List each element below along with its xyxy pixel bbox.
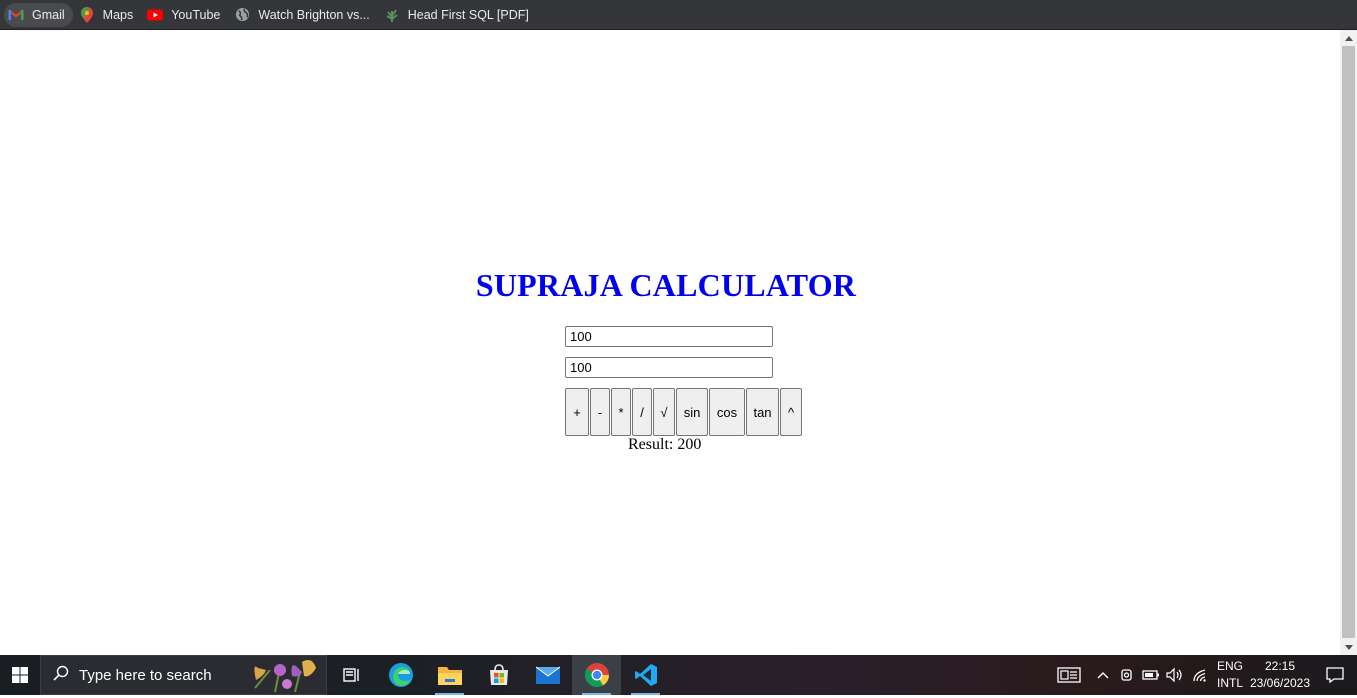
cos-button[interactable]: cos [709,388,745,436]
scroll-up-arrow-icon[interactable] [1340,30,1357,46]
search-placeholder: Type here to search [79,666,212,684]
vertical-scrollbar[interactable] [1340,30,1357,655]
chrome-icon [584,663,609,688]
bookmark-maps[interactable]: Maps [75,3,142,27]
bookmark-watch-brighton[interactable]: Watch Brighton vs... [230,3,377,27]
clock-time: 22:15 [1264,659,1296,673]
speaker-volume-icon[interactable] [1163,655,1187,695]
maps-icon [79,6,95,23]
bookmark-head-first-sql[interactable]: Head First SQL [PDF] [380,3,537,27]
butterfly-flowers-icon [250,658,320,698]
bookmark-label: Head First SQL [PDF] [407,7,529,22]
show-hidden-icons-chevron-icon[interactable] [1091,655,1115,695]
battery-icon[interactable] [1139,655,1163,695]
task-view-button[interactable] [327,655,376,695]
bookmark-gmail[interactable]: Gmail [4,2,73,27]
file-explorer-taskbar-button[interactable] [425,655,474,695]
tan-button[interactable]: tan [746,388,779,436]
taskbar-search-box[interactable]: Type here to search [40,655,327,695]
mail-icon [535,666,560,684]
divide-button[interactable]: / [632,388,652,436]
language-indicator[interactable]: ENG INTL [1213,655,1247,695]
bookmark-label: YouTube [171,7,221,22]
task-view-icon [342,668,359,682]
power-button[interactable]: ^ [780,388,802,436]
plant-icon [384,7,400,23]
operator-buttons: + - * / √ sin cos tan ^ [565,388,803,436]
bookmarks-bar: Gmail Maps YouTube Watch Brighton vs... … [0,0,1357,30]
search-icon [53,665,69,685]
taskbar-clock[interactable]: 22:15 23/06/2023 [1247,655,1313,695]
windows-start-button[interactable] [0,655,40,695]
meet-now-icon[interactable] [1115,655,1139,695]
system-tray: ENG INTL 22:15 23/06/2023 [1047,655,1357,695]
clock-date: 23/06/2023 [1249,676,1311,690]
scrollbar-thumb[interactable] [1342,46,1355,638]
language-bottom: INTL [1216,676,1243,690]
windows-taskbar: Type here to search ENG INTL 22:15 23/06… [0,655,1357,695]
vscode-taskbar-button[interactable] [621,655,670,695]
microsoft-store-taskbar-button[interactable] [474,655,523,695]
youtube-icon [147,7,164,23]
vscode-icon [634,664,657,686]
page-title: SUPRAJA CALCULATOR [475,267,857,303]
first-number-input[interactable] [565,326,773,347]
sin-button[interactable]: sin [676,388,708,436]
notifications-button[interactable] [1313,655,1357,695]
notification-icon [1326,667,1344,683]
page-content: SUPRAJA CALCULATOR + - * / √ sin cos tan… [0,30,1340,655]
folder-icon [437,667,462,685]
wifi-icon[interactable] [1187,655,1213,695]
store-icon [489,664,508,685]
language-top: ENG [1216,659,1243,673]
result-text: Result: 200 [628,436,702,453]
edge-taskbar-button[interactable] [376,655,425,695]
globe-icon [234,7,250,23]
multiply-button[interactable]: * [611,388,631,436]
subtract-button[interactable]: - [590,388,610,436]
bookmark-youtube[interactable]: YouTube [143,3,228,27]
chrome-taskbar-button[interactable] [572,655,621,695]
news-widget-icon[interactable] [1047,655,1091,695]
mail-taskbar-button[interactable] [523,655,572,695]
bookmark-label: Watch Brighton vs... [258,7,370,22]
gmail-icon [8,7,24,23]
bookmark-label: Maps [102,7,134,22]
edge-icon [388,663,413,687]
second-number-input[interactable] [565,357,773,378]
windows-logo-icon [12,667,28,683]
bookmark-label: Gmail [32,7,65,22]
scroll-down-arrow-icon[interactable] [1340,639,1357,655]
sqrt-button[interactable]: √ [653,388,675,436]
add-button[interactable]: + [565,388,589,436]
